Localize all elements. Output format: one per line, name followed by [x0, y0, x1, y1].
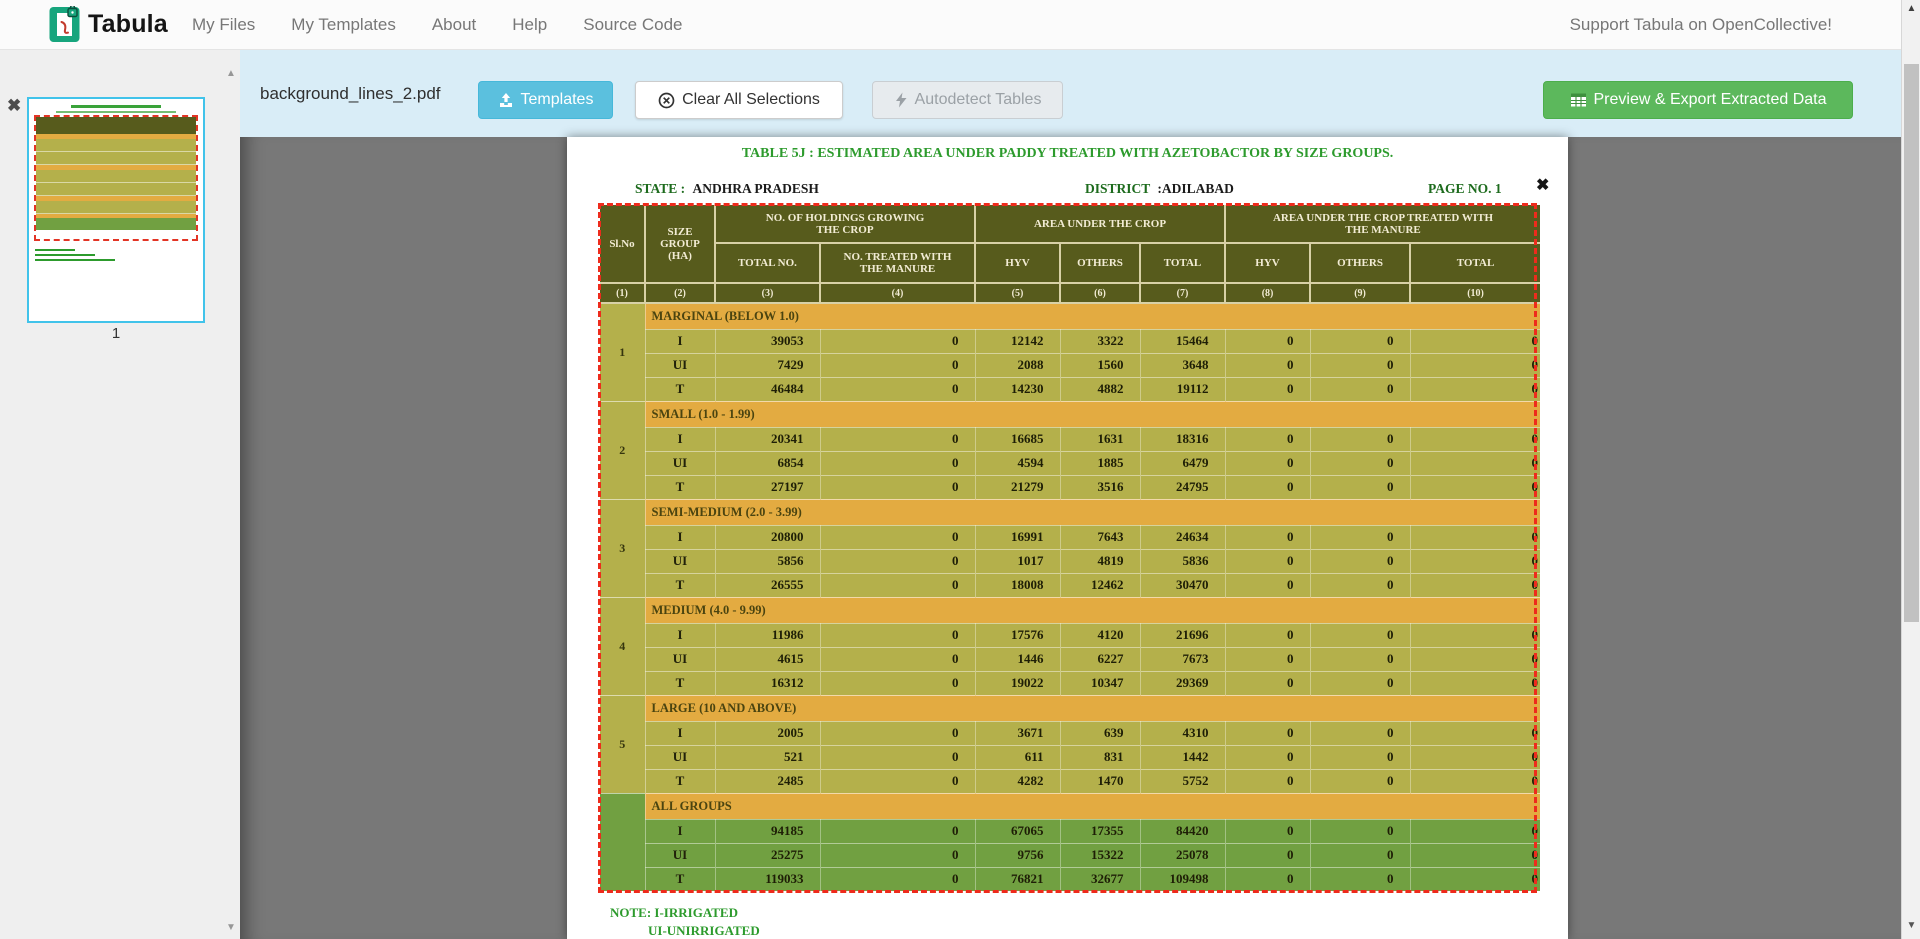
page-thumbnail-sidebar: ✖ 1 ▲ ▼ [0, 50, 240, 939]
scroll-down-icon[interactable]: ▼ [1902, 920, 1920, 931]
nav-item-source-code[interactable]: Source Code [583, 15, 682, 35]
state-value: ANDHRA PRADESH [693, 181, 819, 196]
autodetect-tables-label: Autodetect Tables [915, 91, 1042, 109]
upload-icon [498, 92, 514, 108]
clear-selections-button[interactable]: Clear All Selections [635, 81, 843, 119]
circle-x-icon [658, 92, 675, 109]
support-link[interactable]: Support Tabula on OpenCollective! [1570, 0, 1832, 50]
thumb-title-line [56, 111, 176, 113]
scroll-up-icon[interactable]: ▲ [1902, 3, 1920, 14]
current-filename: background_lines_2.pdf [260, 50, 441, 137]
brand-title: Tabula [88, 10, 168, 39]
sidebar-scroll-down-icon[interactable]: ▼ [226, 922, 236, 933]
nav-item-help[interactable]: Help [512, 15, 547, 35]
thumb-note-line [35, 249, 75, 251]
templates-button-label: Templates [521, 91, 594, 109]
brand-link[interactable]: Tabula [49, 6, 168, 43]
preview-export-label: Preview & Export Extracted Data [1594, 91, 1827, 109]
district-label: DISTRICT [1085, 181, 1150, 196]
page-thumbnail[interactable] [27, 97, 205, 323]
sidebar-scroll-up-icon[interactable]: ▲ [226, 68, 236, 79]
navbar: Tabula My Files My Templates About Help … [0, 0, 1901, 50]
thumb-note-line [35, 259, 115, 261]
table-icon [1570, 92, 1587, 108]
page-number-label: 1 [27, 325, 205, 342]
workspace: TABLE 5J : ESTIMATED AREA UNDER PADDY TR… [240, 137, 1901, 939]
nav-item-my-templates[interactable]: My Templates [291, 15, 396, 35]
nav-links: My Files My Templates About Help Source … [192, 0, 682, 50]
doc-note-line1: NOTE: I-IRRIGATED [610, 905, 738, 921]
nav-item-my-files[interactable]: My Files [192, 15, 255, 35]
district-value: :ADILABAD [1157, 181, 1234, 196]
selection-close-icon[interactable]: ✖ [1536, 175, 1549, 195]
delete-page-icon[interactable]: ✖ [7, 96, 21, 116]
tabula-app: Tabula My Files My Templates About Help … [0, 0, 1920, 939]
state-label: STATE : [635, 181, 685, 196]
page-no-label: PAGE NO. 1 [1428, 181, 1502, 196]
autodetect-tables-button[interactable]: Autodetect Tables [872, 81, 1063, 119]
doc-state: STATE : ANDHRA PRADESH [635, 181, 819, 197]
nav-item-about[interactable]: About [432, 15, 476, 35]
doc-page-no: PAGE NO. 1 [1428, 181, 1502, 197]
thumb-note-line [35, 254, 95, 256]
window-scrollbar: ▲ ▼ [1901, 0, 1920, 939]
doc-district: DISTRICT :ADILABAD [1085, 181, 1234, 197]
toolbar: background_lines_2.pdf Templates Clear A… [240, 50, 1901, 137]
thumb-title-line [71, 105, 161, 108]
preview-export-button[interactable]: Preview & Export Extracted Data [1543, 81, 1853, 119]
templates-button[interactable]: Templates [478, 81, 613, 119]
lightning-icon [894, 92, 908, 108]
scrollbar-thumb[interactable] [1904, 64, 1919, 622]
thumbnail-selection-box [34, 115, 198, 241]
doc-note-line2: UI-UNIRRIGATED [648, 923, 760, 939]
selection-box[interactable] [598, 203, 1537, 893]
doc-table-title: TABLE 5J : ESTIMATED AREA UNDER PADDY TR… [567, 146, 1568, 162]
tabula-logo-icon [49, 6, 80, 43]
clear-selections-label: Clear All Selections [682, 91, 820, 109]
